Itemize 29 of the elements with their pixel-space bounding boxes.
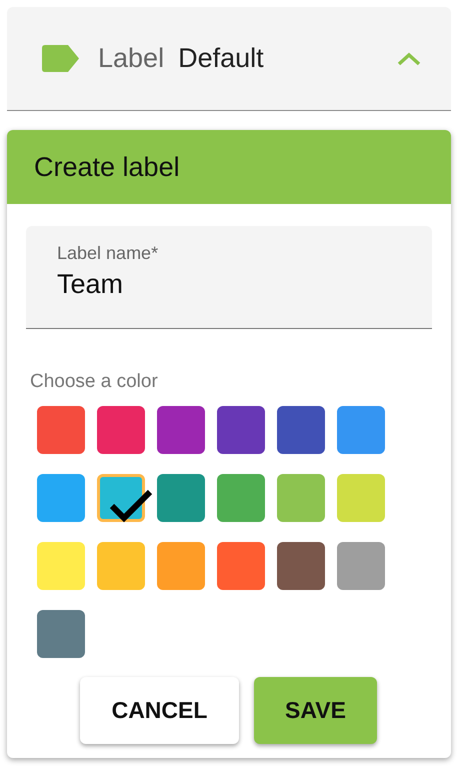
dialog-title: Create label [34,152,180,182]
color-swatch[interactable] [217,406,265,454]
color-swatch[interactable] [337,474,385,522]
color-swatch[interactable] [37,474,85,522]
color-swatch[interactable] [37,610,85,658]
color-swatch[interactable] [277,406,325,454]
save-button[interactable]: SAVE [254,677,377,744]
color-swatch[interactable] [217,542,265,590]
color-swatch[interactable] [337,406,385,454]
select-label: Label [98,43,164,74]
color-swatch[interactable] [277,474,325,522]
color-swatch[interactable] [157,406,205,454]
color-swatch[interactable] [97,542,145,590]
tag-icon [42,45,79,72]
check-icon [109,489,153,523]
color-swatch[interactable] [277,542,325,590]
color-swatch[interactable] [157,474,205,522]
color-swatch[interactable] [97,406,145,454]
chevron-up-icon[interactable] [397,52,421,66]
select-value: Default [178,43,265,74]
color-caption: Choose a color [30,371,159,393]
color-swatch[interactable] [37,542,85,590]
label-select[interactable]: Label Default [7,7,451,111]
color-swatch[interactable] [37,406,85,454]
color-swatch[interactable] [217,474,265,522]
cancel-button[interactable]: CANCEL [80,677,239,744]
label-name-field[interactable]: Label name* Team [26,226,432,329]
color-swatch[interactable] [157,542,205,590]
color-swatch[interactable] [337,542,385,590]
